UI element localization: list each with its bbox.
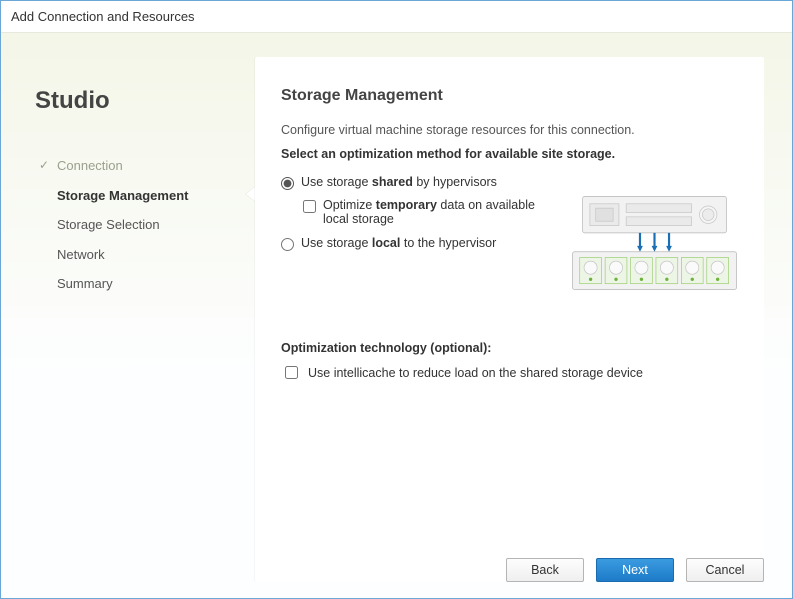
- step-storage-selection[interactable]: Storage Selection: [35, 210, 215, 240]
- radio-local-input[interactable]: [281, 238, 294, 251]
- titlebar: Add Connection and Resources: [1, 1, 792, 33]
- wizard-main: Storage Management Configure virtual mac…: [255, 57, 764, 582]
- wizard-body: Studio Connection Storage Management Sto…: [1, 33, 792, 598]
- step-connection[interactable]: Connection: [35, 151, 215, 181]
- radio-shared-storage[interactable]: Use storage shared by hypervisors: [281, 175, 551, 190]
- radio-shared-input[interactable]: [281, 177, 294, 190]
- page-title: Storage Management: [281, 87, 738, 105]
- select-prompt: Select an optimization method for availa…: [281, 147, 738, 161]
- checkbox-temporary-input[interactable]: [303, 200, 316, 213]
- checkbox-intellicache-input[interactable]: [285, 366, 298, 379]
- wizard-window: Add Connection and Resources Studio Conn…: [0, 0, 793, 599]
- checkbox-intellicache-label: Use intellicache to reduce load on the s…: [308, 366, 643, 380]
- optimization-heading: Optimization technology (optional):: [281, 341, 738, 355]
- back-button[interactable]: Back: [506, 558, 584, 582]
- wizard-footer: Back Next Cancel: [506, 558, 764, 582]
- step-summary[interactable]: Summary: [35, 269, 215, 299]
- checkbox-optimize-temporary[interactable]: Optimize temporary data on available loc…: [303, 198, 551, 226]
- brand-title: Studio: [35, 87, 215, 115]
- step-network[interactable]: Network: [35, 240, 215, 270]
- checkbox-intellicache[interactable]: Use intellicache to reduce load on the s…: [281, 363, 738, 382]
- radio-local-label: Use storage local to the hypervisor: [301, 236, 496, 250]
- step-storage-management[interactable]: Storage Management: [35, 181, 215, 211]
- next-button[interactable]: Next: [596, 558, 674, 582]
- storage-diagram-icon: [571, 175, 738, 311]
- description-text: Configure virtual machine storage resour…: [281, 123, 738, 137]
- window-title: Add Connection and Resources: [11, 9, 195, 24]
- radio-shared-label: Use storage shared by hypervisors: [301, 175, 497, 189]
- storage-options-row: Use storage shared by hypervisors Optimi…: [281, 175, 738, 311]
- step-list: Connection Storage Management Storage Se…: [35, 151, 215, 299]
- radio-local-storage[interactable]: Use storage local to the hypervisor: [281, 236, 551, 251]
- storage-options: Use storage shared by hypervisors Optimi…: [281, 175, 551, 259]
- cancel-button[interactable]: Cancel: [686, 558, 764, 582]
- checkbox-temporary-label: Optimize temporary data on available loc…: [323, 198, 551, 226]
- wizard-sidebar: Studio Connection Storage Management Sto…: [35, 57, 215, 582]
